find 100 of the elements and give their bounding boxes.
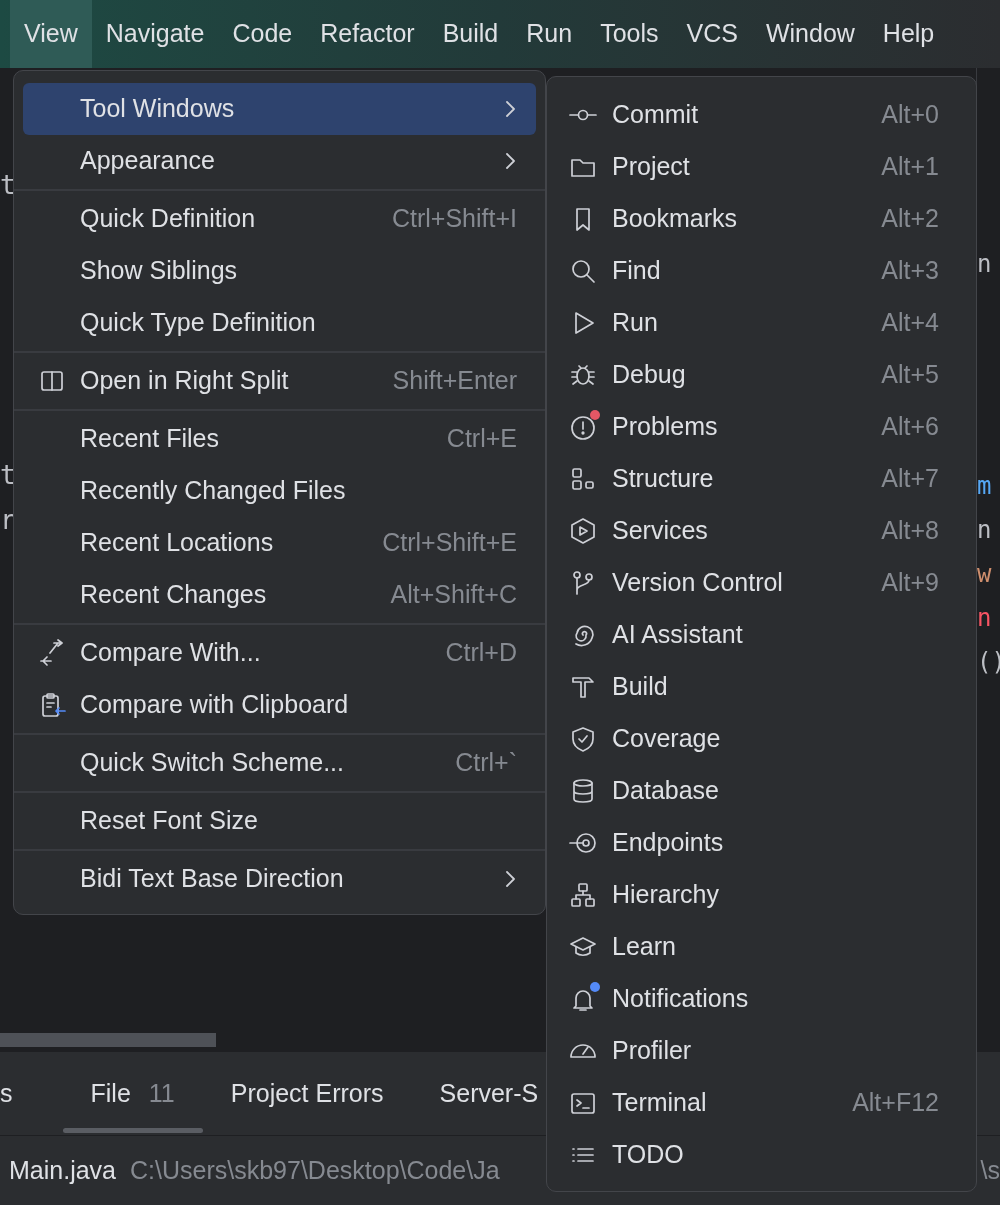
menu-item[interactable]: Appearance [23, 135, 536, 187]
shortcut-text: Alt+0 [881, 99, 939, 131]
shortcut-text: Alt+2 [881, 203, 939, 235]
menu-item[interactable]: Quick Switch Scheme... Ctrl+` [23, 737, 536, 789]
shortcut-text: Ctrl+Shift+E [382, 527, 518, 559]
tool-window-item[interactable]: Find Alt+3 [547, 245, 976, 297]
shortcut-text: Alt+6 [881, 411, 939, 443]
menu-item[interactable]: Recent Changes Alt+Shift+C [23, 569, 536, 621]
menu-item-label: Compare with Clipboard [80, 689, 350, 721]
menu-bar-item[interactable]: Build [428, 0, 513, 68]
menu-item-label: Reset Font Size [80, 805, 259, 837]
menu-item-label: Quick Switch Scheme... [80, 747, 345, 779]
shortcut-text: Alt+5 [881, 359, 939, 391]
menu-item-label: Coverage [612, 723, 722, 755]
menu-item[interactable]: Tool Windows [23, 83, 536, 135]
menu-item[interactable]: Open in Right Split Shift+Enter [23, 355, 536, 407]
shortcut-text: Alt+Shift+C [390, 579, 518, 611]
menu-item-label: Debug [612, 359, 687, 391]
code-text: () [977, 647, 1000, 678]
tool-window-item[interactable]: Hierarchy [547, 869, 976, 921]
file-path: \s [980, 1154, 1000, 1186]
tool-window-item[interactable]: Problems Alt+6 [547, 401, 976, 453]
menu-item-label: Build [612, 671, 669, 703]
shortcut-text: Alt+8 [881, 515, 939, 547]
menu-item[interactable]: Show Siblings [23, 245, 536, 297]
tool-window-item[interactable]: Terminal Alt+F12 [547, 1077, 976, 1129]
menu-bar-item[interactable]: VCS [672, 0, 752, 68]
code-text: t [0, 458, 16, 492]
menu-item-label: Quick Definition [80, 203, 257, 235]
menu-bar-item[interactable]: Help [868, 0, 949, 68]
menu-item-label: Compare With... [80, 637, 262, 669]
tool-window-item[interactable]: Version Control Alt+9 [547, 557, 976, 609]
compare-arrows-icon [37, 639, 66, 667]
code-text: n [977, 515, 993, 546]
shield-icon [569, 725, 597, 753]
scrollbar-thumb[interactable] [0, 1033, 216, 1047]
tab-count: 11 [148, 1077, 175, 1109]
tool-window-item[interactable]: AI Assistant [547, 609, 976, 661]
tool-window-item[interactable]: Notifications [547, 973, 976, 1025]
menu-item-label: Terminal [612, 1087, 708, 1119]
tool-window-item[interactable]: Learn [547, 921, 976, 973]
tool-window-item[interactable]: Endpoints [547, 817, 976, 869]
menu-bar-item[interactable]: View [10, 0, 92, 68]
file-name: Main.java [9, 1154, 116, 1186]
tool-window-item[interactable]: Project Alt+1 [547, 141, 976, 193]
tool-window-item[interactable]: Build [547, 661, 976, 713]
code-text: t [0, 168, 16, 202]
menu-item[interactable]: Quick Type Definition [23, 297, 536, 349]
tool-window-item[interactable]: Services Alt+8 [547, 505, 976, 557]
menu-item-label: Problems [612, 411, 719, 443]
shortcut-text: Alt+7 [881, 463, 939, 495]
menu-bar-item[interactable]: Refactor [306, 0, 429, 68]
menu-bar-item[interactable]: Tools [586, 0, 673, 68]
tool-tab[interactable]: s [0, 1052, 63, 1135]
menu-item-label: Database [612, 775, 721, 807]
menu-bar-item[interactable]: Navigate [91, 0, 219, 68]
tool-tab[interactable]: Project Errors [202, 1052, 412, 1135]
menu-bar-item[interactable]: Window [751, 0, 869, 68]
menu-item-label: Quick Type Definition [80, 307, 317, 339]
tool-window-item[interactable]: Profiler [547, 1025, 976, 1077]
menu-bar-item[interactable]: Code [218, 0, 307, 68]
menu-item-label: Tool Windows [80, 93, 236, 125]
menu-item-label: Project [612, 151, 691, 183]
menu-item-label: Notifications [612, 983, 750, 1015]
menu-item-label: Learn [612, 931, 677, 963]
shortcut-text: Ctrl+E [446, 423, 518, 455]
tool-tab[interactable]: File 11 [62, 1052, 203, 1135]
shortcut-text: Alt+F12 [852, 1087, 939, 1119]
menu-item[interactable]: Reset Font Size [23, 795, 536, 847]
menu-item[interactable]: Bidi Text Base Direction [23, 853, 536, 905]
menu-bar-item[interactable]: Run [512, 0, 587, 68]
tool-window-item[interactable]: Commit Alt+0 [547, 89, 976, 141]
services-icon [569, 517, 597, 545]
menu-item-label: Structure [612, 463, 715, 495]
tool-window-item[interactable]: Coverage [547, 713, 976, 765]
menu-item-label: Profiler [612, 1035, 693, 1067]
tool-window-item[interactable]: TODO [547, 1129, 976, 1181]
menu-item-label: Show Siblings [80, 255, 239, 287]
shortcut-text: Ctrl+` [455, 747, 518, 779]
menu-item[interactable]: Quick Definition Ctrl+Shift+I [23, 193, 536, 245]
menu-item[interactable]: Recent Files Ctrl+E [23, 413, 536, 465]
shortcut-text: Alt+3 [881, 255, 939, 287]
search-icon [569, 257, 597, 285]
code-text: m [977, 471, 993, 502]
menu-item-label: Hierarchy [612, 879, 720, 911]
menu-item[interactable]: Recently Changed Files [23, 465, 536, 517]
tool-window-item[interactable]: Database [547, 765, 976, 817]
tool-window-item[interactable]: Run Alt+4 [547, 297, 976, 349]
menu-item[interactable]: Compare with Clipboard [23, 679, 536, 731]
menu-item[interactable]: Recent Locations Ctrl+Shift+E [23, 517, 536, 569]
menu-item-label: Recent Locations [80, 527, 275, 559]
tool-window-item[interactable]: Debug Alt+5 [547, 349, 976, 401]
shortcut-text: Ctrl+D [445, 637, 518, 669]
tool-window-item[interactable]: Structure Alt+7 [547, 453, 976, 505]
warning-circle-icon [569, 413, 597, 441]
menu-item[interactable]: Compare With... Ctrl+D [23, 627, 536, 679]
menu-item-label: Bidi Text Base Direction [80, 863, 345, 895]
gauge-icon [569, 1044, 597, 1058]
shortcut-text: Shift+Enter [392, 365, 518, 397]
tool-window-item[interactable]: Bookmarks Alt+2 [547, 193, 976, 245]
